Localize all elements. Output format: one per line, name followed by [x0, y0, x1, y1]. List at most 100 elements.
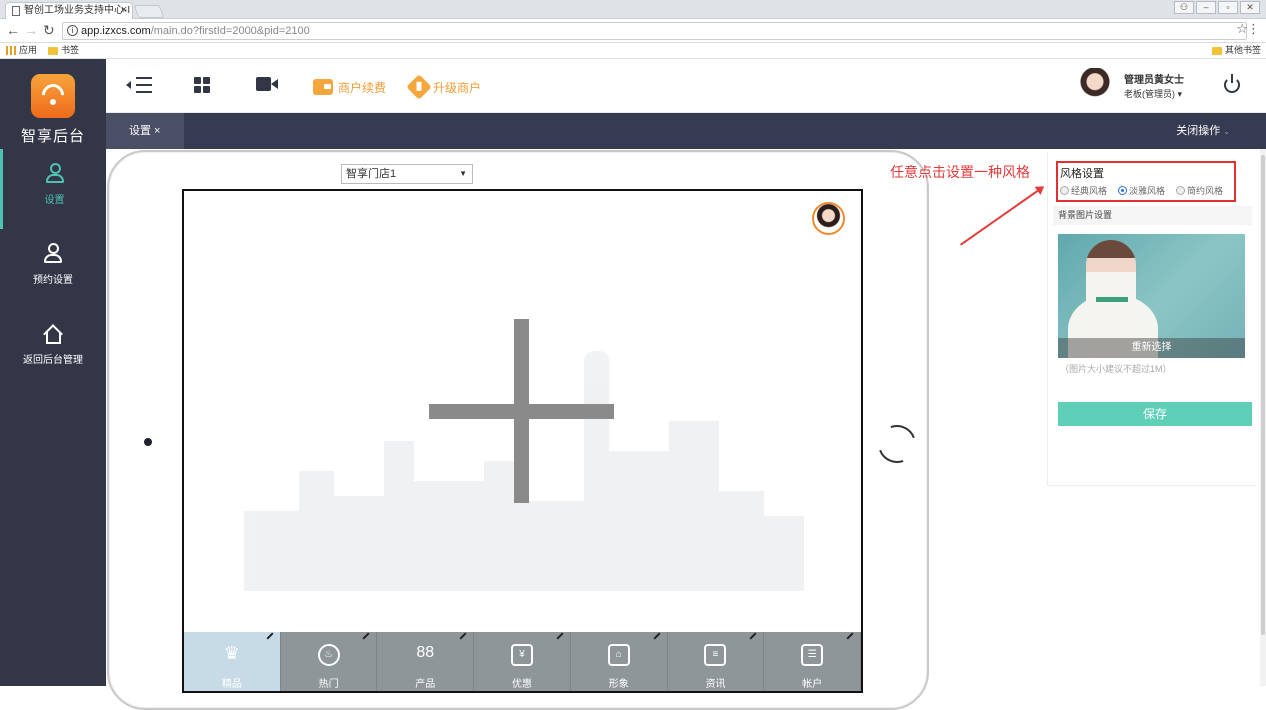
preview-nav-label: 产品	[415, 679, 436, 690]
browser-menu-icon[interactable]: ⋮	[1247, 21, 1260, 37]
edit-pencil-icon[interactable]	[749, 632, 757, 640]
brand-name: 智享后台	[20, 128, 85, 145]
url-field[interactable]: i app.izxcs.com/main.do?firstId=2000&pid…	[62, 22, 1247, 40]
bookmark-other[interactable]: 其他书签	[1212, 43, 1261, 58]
close-window-icon[interactable]: ✕	[1240, 1, 1260, 14]
folder-icon	[1212, 46, 1222, 55]
style-option-label: 简约风格	[1187, 186, 1224, 196]
save-button[interactable]: 保存	[1058, 402, 1252, 426]
store-select-value: 智享门店1	[346, 168, 397, 180]
preview-nav-label: 优惠	[512, 679, 533, 690]
clover-icon: 88	[416, 644, 435, 661]
user-icon	[44, 243, 62, 265]
info-icon[interactable]: i	[67, 25, 78, 36]
reload-icon[interactable]: ↻	[43, 22, 55, 39]
store-select[interactable]: 智享门店1 ▼	[341, 164, 473, 184]
sidebar-item-settings[interactable]: 设置	[0, 149, 106, 229]
new-tab-button[interactable]	[133, 5, 165, 18]
style-settings-title: 风格设置	[1060, 168, 1104, 180]
home-icon	[43, 323, 63, 345]
upgrade-merchant-link[interactable]: 升级商户	[406, 74, 482, 100]
preview-nav-hot[interactable]: ♨ 热门	[280, 632, 378, 691]
style-elegant-radio[interactable]: 淡雅风格	[1118, 184, 1165, 197]
browser-tab-title: 智创工场业务支持中心-I	[24, 5, 131, 16]
edit-pencil-icon[interactable]	[459, 632, 467, 640]
video-icon[interactable]	[256, 77, 280, 91]
close-tab-icon[interactable]: ×	[121, 3, 127, 18]
apps-grid-icon	[6, 46, 16, 55]
tablet-camera	[144, 438, 152, 446]
tablet-home-button	[871, 418, 923, 470]
annotation-arrow	[960, 186, 1044, 246]
back-icon[interactable]: ←	[6, 22, 20, 38]
edit-pencil-icon[interactable]	[653, 632, 661, 640]
radio-icon	[1176, 186, 1186, 195]
upgrade-label: 升级商户	[433, 80, 482, 95]
scrollbar[interactable]	[1260, 149, 1266, 686]
edit-pencil-icon[interactable]	[362, 632, 370, 640]
sidebar-item-booking[interactable]: 预约设置	[0, 229, 106, 309]
user-icon	[45, 163, 64, 185]
browser-tab[interactable]: 智创工场业务支持中心-I ×	[5, 2, 133, 19]
style-settings-box: 风格设置 经典风格 淡雅风格 简约风格	[1056, 161, 1236, 202]
tab-settings[interactable]: 设置 ×	[106, 113, 184, 149]
renew-merchant-link[interactable]: 商户续费	[313, 77, 386, 97]
url-path: /main.do?firstId=2000&pid=2100	[150, 25, 310, 37]
preview-nav-label: 形象	[608, 679, 629, 690]
reselect-image-button[interactable]: 重新选择	[1058, 338, 1245, 358]
upgrade-icon	[406, 74, 432, 100]
style-simple-radio[interactable]: 简约风格	[1176, 184, 1223, 197]
preview-bottom-nav: ♛ 精品 ♨ 热门 88 产品 ¥ 优惠 ⌂ 形象 ≡ 资讯 ☰ 帐户	[184, 632, 861, 691]
sidebar-item-label: 设置	[44, 195, 65, 206]
radio-checked-icon	[1118, 186, 1128, 195]
close-operations-label: 关闭操作	[1176, 125, 1221, 137]
chevron-down-icon: ▼	[459, 169, 467, 178]
window-controls: ⚇ ‒ ▫ ✕	[1174, 1, 1260, 14]
sidebar-item-back-admin[interactable]: 返回后台管理	[0, 309, 106, 389]
preview-nav-label: 精品	[221, 679, 242, 690]
preview-avatar	[812, 202, 845, 235]
edit-pencil-icon[interactable]	[266, 632, 274, 640]
user-name: 管理员黄女士	[1124, 75, 1184, 86]
wifi-logo-icon	[31, 74, 75, 118]
preview-nav-account[interactable]: ☰ 帐户	[764, 632, 861, 691]
preview-nav-product[interactable]: 88 产品	[377, 632, 475, 691]
workspace: 智享门店1 ▼ ♛ 精品 ♨ 热门 88 产品 ¥ 优惠 ⌂ 形象 ≡ 资讯 ☰ 帐户	[106, 149, 1266, 710]
url-host: app.izxcs.com	[81, 25, 151, 37]
user-role-dropdown[interactable]: 老板(管理员) ▾	[1124, 87, 1182, 100]
preview-nav-discount[interactable]: ¥ 优惠	[474, 632, 571, 691]
news-icon: ≡	[704, 644, 727, 666]
forward-icon[interactable]: →	[24, 22, 38, 38]
address-bar: ← → ↻ i app.izxcs.com/main.do?firstId=20…	[0, 19, 1266, 43]
style-classic-radio[interactable]: 经典风格	[1060, 184, 1107, 197]
store-icon: ⌂	[607, 644, 630, 666]
bookmark-apps[interactable]: 应用	[6, 43, 37, 58]
maximize-icon[interactable]: ▫	[1218, 1, 1238, 14]
page-icon	[12, 6, 20, 16]
bookmark-apps-label: 应用	[19, 45, 38, 55]
bookmark-folder[interactable]: 书签	[48, 43, 79, 58]
collapse-menu-icon[interactable]	[126, 77, 152, 93]
close-operations-button[interactable]: 关闭操作 ⌄	[1176, 113, 1230, 150]
grid-icon[interactable]	[194, 77, 210, 93]
add-image-plus-bar[interactable]	[429, 404, 614, 419]
edit-pencil-icon[interactable]	[556, 632, 564, 640]
style-settings-panel: 风格设置 经典风格 淡雅风格 简约风格 背景图片设置 重新选择 （图片大小建议不…	[1047, 152, 1256, 486]
profile-icon[interactable]: ⚇	[1174, 1, 1194, 14]
background-image-preview[interactable]: 重新选择	[1058, 234, 1245, 358]
style-option-label: 经典风格	[1071, 186, 1108, 196]
power-icon[interactable]	[1224, 74, 1240, 93]
preview-nav-label: 热门	[318, 679, 339, 690]
annotation-text: 任意点击设置一种风格	[890, 164, 1030, 180]
image-size-hint: （图片大小建议不超过1M）	[1060, 364, 1172, 374]
avatar[interactable]	[1078, 68, 1112, 104]
minimize-icon[interactable]: ‒	[1196, 1, 1216, 14]
sidebar-item-label: 返回后台管理	[23, 355, 83, 366]
preview-nav-image[interactable]: ⌂ 形象	[570, 632, 668, 691]
preview-nav-news[interactable]: ≡ 资讯	[667, 632, 765, 691]
preview-nav-boutique[interactable]: ♛ 精品	[184, 632, 281, 691]
sidebar: 智享后台 设置 预约设置 返回后台管理	[0, 59, 106, 686]
background-image-title: 背景图片设置	[1053, 206, 1252, 225]
edit-pencil-icon[interactable]	[846, 632, 854, 640]
preview-screen: ♛ 精品 ♨ 热门 88 产品 ¥ 优惠 ⌂ 形象 ≡ 资讯 ☰ 帐户	[182, 189, 863, 693]
